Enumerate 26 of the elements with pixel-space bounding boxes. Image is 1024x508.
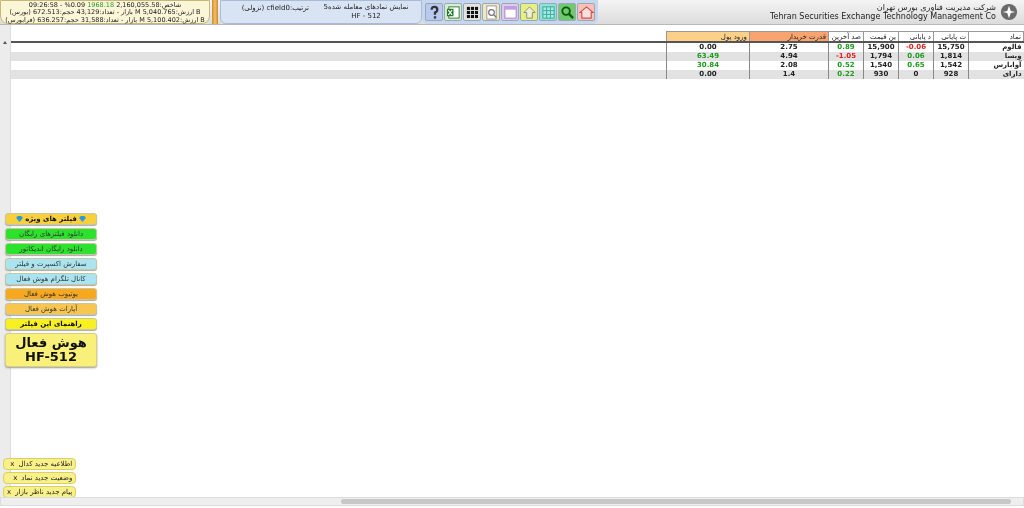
home-icon — [578, 4, 594, 20]
scrollbar-thumb[interactable] — [341, 499, 1011, 504]
excel-icon — [445, 4, 461, 20]
search-icon — [559, 4, 575, 20]
company-name: شرکت مدیریت فناوری بورس تهران — [876, 3, 996, 12]
home-button[interactable] — [577, 3, 595, 21]
window-button[interactable] — [501, 3, 519, 21]
splitter-handle[interactable] — [212, 0, 218, 24]
help-button[interactable] — [425, 3, 443, 21]
document-search-icon — [483, 4, 499, 20]
diamond-icon — [16, 216, 24, 222]
horizontal-scrollbar[interactable] — [0, 497, 1024, 506]
up-arrow-button[interactable] — [520, 3, 538, 21]
grid-icon — [464, 4, 480, 20]
diamond-icon — [78, 216, 86, 222]
company-name: Tehran Securities Exchange Technology Management Co — [770, 12, 996, 21]
logo-icon — [1000, 3, 1018, 21]
scroll-up-arrow-icon[interactable] — [3, 41, 7, 44]
table-icon — [540, 4, 556, 20]
grid-button[interactable] — [463, 3, 481, 21]
table-button[interactable] — [539, 3, 557, 21]
document-search-button[interactable] — [482, 3, 500, 21]
up-arrow-icon — [521, 4, 537, 20]
window-icon — [502, 4, 518, 20]
excel-button[interactable] — [444, 3, 462, 21]
search-button[interactable] — [558, 3, 576, 21]
